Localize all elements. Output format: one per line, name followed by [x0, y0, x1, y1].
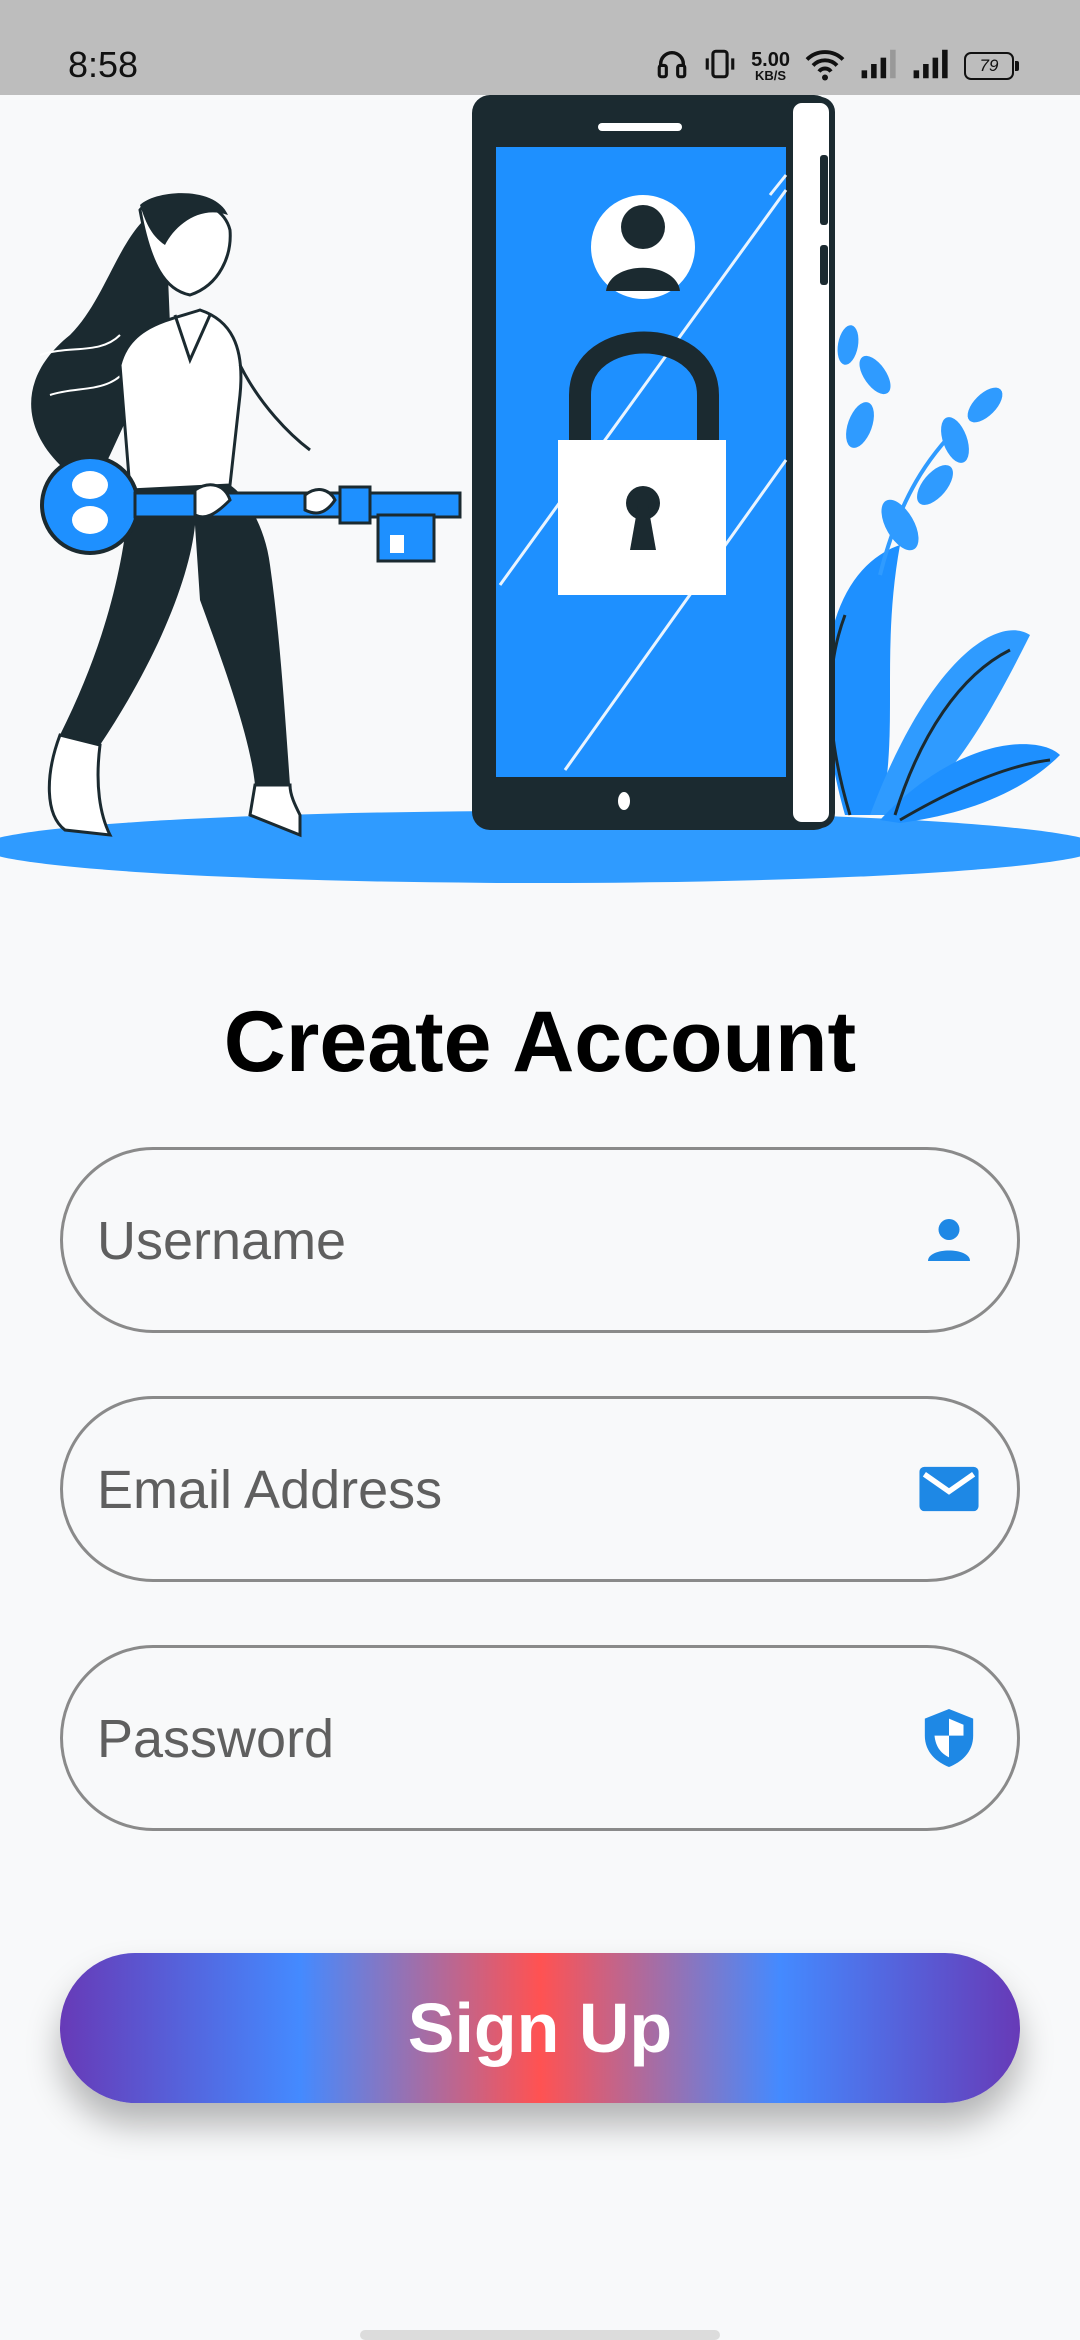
person-icon: [917, 1208, 981, 1272]
plant-illustration: [825, 325, 1060, 823]
signal-icon: [912, 48, 950, 85]
network-speed-unit: KB/S: [755, 67, 787, 83]
status-bar: 8:58 5.00 KB/S 79: [0, 0, 1080, 95]
signal-icon: [860, 48, 898, 85]
password-field[interactable]: [60, 1645, 1020, 1831]
vibrate-icon: [703, 47, 737, 86]
network-speed-value: 5.00: [751, 48, 790, 71]
email-field[interactable]: [60, 1396, 1020, 1582]
username-input[interactable]: [95, 1150, 919, 1332]
headphones-icon: [655, 47, 689, 86]
status-time: 8:58: [68, 44, 139, 85]
hero-illustration: [0, 95, 1080, 885]
page-title: Create Account: [223, 993, 857, 1090]
status-icons: 5.00 KB/S 79: [655, 46, 1019, 87]
email-input[interactable]: [95, 1399, 919, 1581]
password-input[interactable]: [95, 1648, 919, 1830]
user-avatar-icon: [591, 195, 695, 299]
username-field[interactable]: [60, 1147, 1020, 1333]
wifi-icon: [804, 46, 846, 87]
battery-icon: 79: [964, 52, 1019, 80]
shield-icon: [917, 1706, 981, 1770]
mail-icon: [917, 1457, 981, 1521]
network-speed: 5.00 KB/S: [751, 48, 790, 83]
sign-up-button[interactable]: Sign Up: [60, 1953, 1020, 2103]
home-indicator[interactable]: [360, 2330, 720, 2340]
